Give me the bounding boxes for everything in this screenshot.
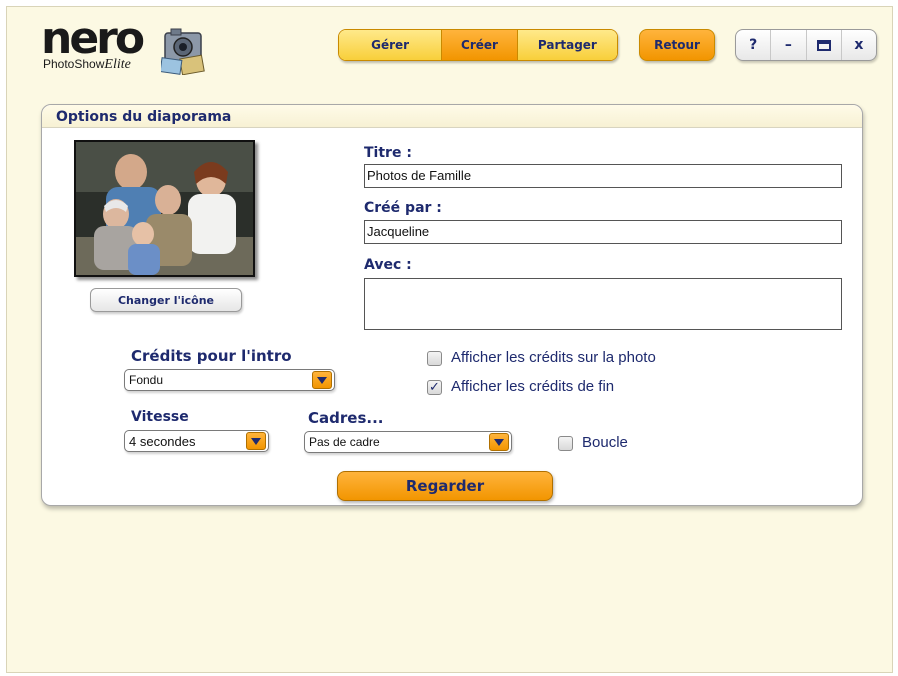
minimize-button[interactable]: – [771,30,807,60]
maximize-icon [816,39,831,51]
with-textarea[interactable] [364,278,842,330]
speed-value: 4 secondes [129,433,196,449]
intro-credits-select[interactable]: Fondu [124,369,335,391]
family-photo-image [76,142,253,275]
intro-credits-label: Crédits pour l'intro [131,347,292,365]
created-by-input[interactable]: Jacqueline [364,220,842,244]
logo-product: PhotoShowElite [43,57,131,73]
nero-photoshow-logo: nero PhotoShowElite [41,13,221,79]
change-icon-button[interactable]: Changer l'icône [90,288,242,312]
app-window: nero PhotoShowElite Gérer Créer Partager… [6,6,893,673]
maximize-button[interactable] [807,30,842,60]
logo-edition: Elite [104,57,131,72]
slideshow-options-panel: Options du diaporama Changer l'icône Tit… [41,104,863,506]
window-controls: ? – x [735,29,877,61]
frames-select[interactable]: Pas de cadre [304,431,512,453]
main-nav: Gérer Créer Partager [338,29,618,61]
slideshow-icon-image [74,140,255,277]
frames-value: Pas de cadre [309,435,380,449]
title-label: Titre : [364,145,412,161]
tab-creer[interactable]: Créer [442,30,518,60]
with-label: Avec : [364,257,412,273]
show-end-credits-checkbox[interactable]: ✓ [427,380,442,395]
close-button[interactable]: x [842,30,876,60]
chevron-down-icon[interactable] [489,433,509,451]
watch-button[interactable]: Regarder [337,471,553,501]
checkmark-icon: ✓ [429,380,440,395]
back-button[interactable]: Retour [639,29,715,61]
tab-partager[interactable]: Partager [517,30,617,60]
tab-gerer[interactable]: Gérer [339,30,443,60]
speed-label: Vitesse [131,409,189,425]
title-input[interactable]: Photos de Famille [364,164,842,188]
help-button[interactable]: ? [736,30,772,60]
frames-label: Cadres... [308,409,384,427]
created-by-label: Créé par : [364,200,442,216]
panel-title: Options du diaporama [56,109,232,125]
intro-credits-value: Fondu [129,373,164,387]
loop-label: Boucle [582,434,628,451]
show-end-credits-label: Afficher les crédits de fin [451,378,615,395]
speed-select[interactable]: 4 secondes [124,430,269,452]
chevron-down-icon[interactable] [246,432,266,450]
show-credits-on-photo-label: Afficher les crédits sur la photo [451,349,656,366]
loop-checkbox[interactable] [558,436,573,451]
chevron-down-icon[interactable] [312,371,332,389]
camera-photos-icon [161,28,205,75]
logo-product-name: PhotoShow [43,57,105,71]
show-credits-on-photo-checkbox[interactable] [427,351,442,366]
